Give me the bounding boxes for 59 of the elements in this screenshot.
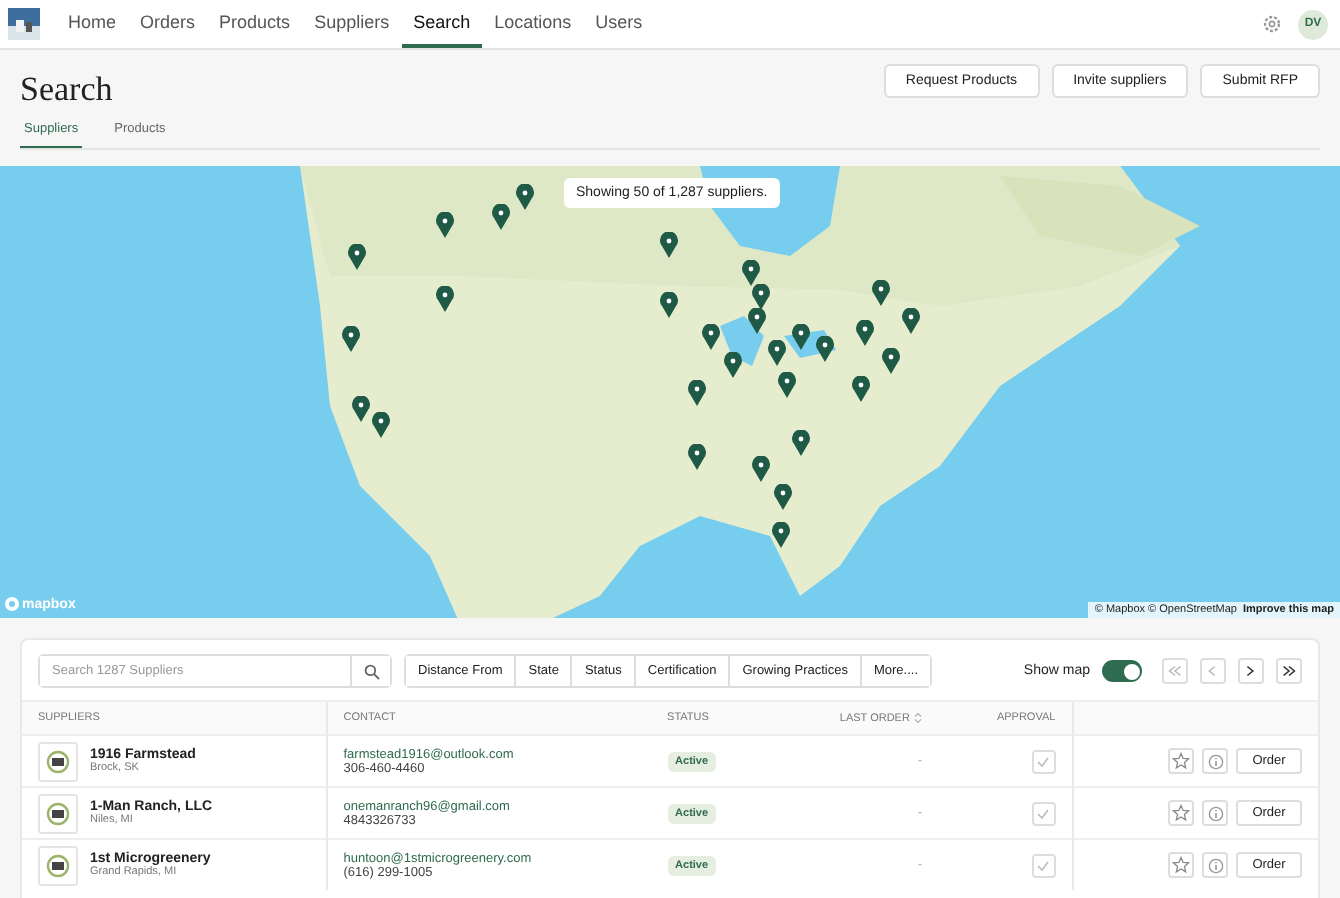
map-pin-icon[interactable]: [341, 326, 359, 352]
map-pin-icon[interactable]: [751, 284, 769, 310]
map-pin-icon[interactable]: [491, 204, 509, 230]
check-icon: [1036, 859, 1051, 871]
map-pin-icon[interactable]: [791, 324, 809, 350]
info-button[interactable]: [1202, 800, 1228, 826]
search-button[interactable]: [350, 656, 390, 686]
map-pin-icon[interactable]: [659, 292, 677, 318]
info-button[interactable]: [1202, 748, 1228, 774]
map-pin-icon[interactable]: [659, 232, 677, 258]
supplier-logo-icon: [38, 793, 78, 833]
map-pin-icon[interactable]: [791, 430, 809, 456]
map-pin-icon[interactable]: [777, 372, 795, 398]
info-button[interactable]: [1202, 852, 1228, 878]
page-title: Search: [20, 70, 113, 110]
map-pin-icon[interactable]: [435, 286, 453, 312]
map-pin-icon[interactable]: [855, 320, 873, 346]
map-pin-icon[interactable]: [815, 336, 833, 362]
double-chevron-right-icon: [1280, 662, 1298, 680]
supplier-logo-icon: [38, 845, 78, 885]
map-pin-icon[interactable]: [371, 412, 389, 438]
map-pin-icon[interactable]: [687, 380, 705, 406]
nav-link[interactable]: Locations: [482, 0, 584, 48]
favorite-button[interactable]: [1168, 852, 1194, 878]
map-pin-icon[interactable]: [851, 376, 869, 402]
map-pin-icon[interactable]: [773, 484, 791, 510]
map-pin-icon[interactable]: [687, 444, 705, 470]
next-page-button[interactable]: [1238, 658, 1264, 684]
nav-link[interactable]: Suppliers: [302, 0, 402, 48]
nav-link[interactable]: Products: [207, 0, 303, 48]
nav-link[interactable]: Orders: [128, 0, 208, 48]
map-pin-icon[interactable]: [515, 184, 533, 210]
map-pin-icon[interactable]: [901, 308, 919, 334]
double-chevron-left-icon: [1166, 662, 1184, 680]
map-pin-icon[interactable]: [347, 244, 365, 270]
map-pin-icon[interactable]: [881, 348, 899, 374]
map-pin-icon[interactable]: [435, 212, 453, 238]
nav-link[interactable]: Users: [583, 0, 655, 48]
map-pin-icon[interactable]: [747, 308, 765, 334]
check-icon: [1036, 807, 1051, 819]
map-pin-icon[interactable]: [701, 324, 719, 350]
map-pin-icon[interactable]: [871, 280, 889, 306]
map-pin-icon[interactable]: [741, 260, 759, 286]
map-pin-icon[interactable]: [771, 522, 789, 548]
map-pin-icon[interactable]: [351, 396, 369, 422]
settings-icon[interactable]: [1262, 14, 1282, 34]
show-map-toggle[interactable]: [1102, 660, 1142, 682]
last-page-button[interactable]: [1276, 658, 1302, 684]
logo-icon[interactable]: [8, 8, 40, 40]
search-icon: [363, 663, 379, 679]
map-pin-icon[interactable]: [751, 456, 769, 482]
map-pin-icon[interactable]: [767, 340, 785, 366]
nav-link[interactable]: Search: [401, 0, 483, 48]
supplier-logo-icon: [38, 741, 78, 781]
favorite-button[interactable]: [1168, 748, 1194, 774]
nav-link[interactable]: Home: [56, 0, 129, 48]
favorite-button[interactable]: [1168, 800, 1194, 826]
map-pin-icon[interactable]: [723, 352, 741, 378]
check-icon: [1036, 755, 1051, 767]
